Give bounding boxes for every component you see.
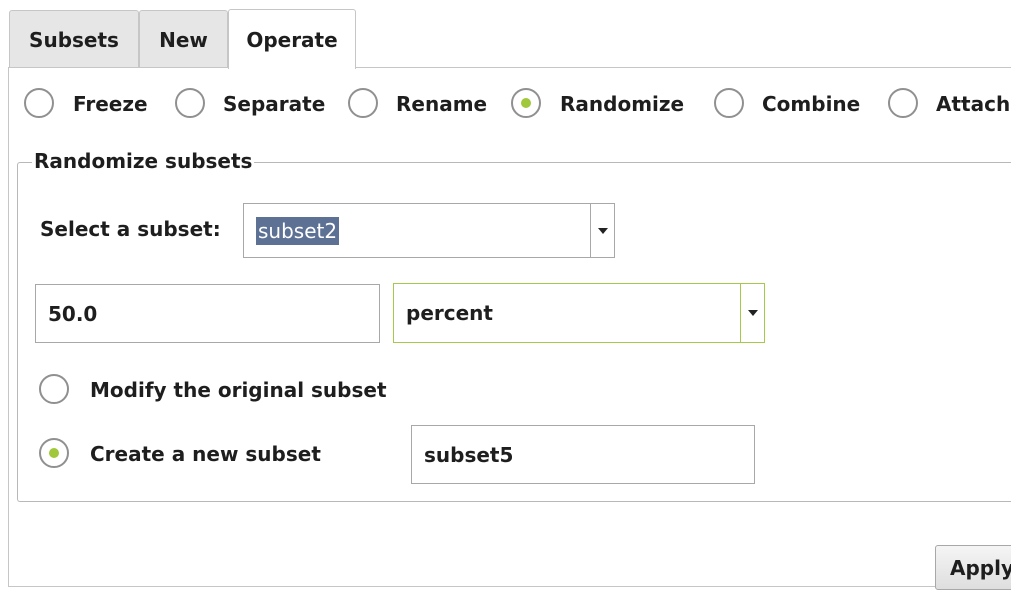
radio-attach[interactable] xyxy=(888,88,918,118)
radio-modify-original[interactable] xyxy=(39,374,69,404)
radio-modify-original-label: Modify the original subset xyxy=(90,378,387,402)
new-subset-name-value: subset5 xyxy=(424,442,514,467)
chevron-down-icon[interactable] xyxy=(740,284,764,342)
radio-combine[interactable] xyxy=(714,88,744,118)
unit-select-value: percent xyxy=(406,301,493,325)
radio-create-new-label: Create a new subset xyxy=(90,442,321,466)
radio-separate-label: Separate xyxy=(223,92,326,116)
tab-operate[interactable]: Operate xyxy=(228,9,356,69)
radio-freeze[interactable] xyxy=(24,88,54,118)
chevron-down-icon[interactable] xyxy=(590,204,614,257)
radio-attach-label: Attach xyxy=(936,92,1011,116)
tab-new-label: New xyxy=(159,27,208,52)
tab-subsets[interactable]: Subsets xyxy=(9,10,139,68)
subset-select[interactable]: subset2 xyxy=(243,203,615,258)
randomize-group-title: Randomize subsets xyxy=(32,149,255,173)
radio-randomize-label: Randomize xyxy=(560,92,685,116)
radio-separate[interactable] xyxy=(175,88,205,118)
radio-rename-label: Rename xyxy=(396,92,488,116)
unit-select[interactable]: percent xyxy=(393,283,765,343)
tab-operate-label: Operate xyxy=(246,27,338,52)
radio-create-new[interactable] xyxy=(39,438,69,468)
amount-input[interactable]: 50.0 xyxy=(35,284,380,343)
apply-button[interactable]: Apply xyxy=(935,545,1011,590)
radio-freeze-label: Freeze xyxy=(73,92,148,116)
new-subset-name-input[interactable]: subset5 xyxy=(411,425,755,484)
select-subset-label: Select a subset: xyxy=(40,217,221,241)
amount-input-value: 50.0 xyxy=(48,301,98,326)
radio-rename[interactable] xyxy=(348,88,378,118)
radio-randomize[interactable] xyxy=(511,88,541,118)
subset-select-value: subset2 xyxy=(256,216,340,245)
tab-subsets-label: Subsets xyxy=(29,27,119,52)
radio-combine-label: Combine xyxy=(762,92,861,116)
tab-new[interactable]: New xyxy=(139,10,228,68)
